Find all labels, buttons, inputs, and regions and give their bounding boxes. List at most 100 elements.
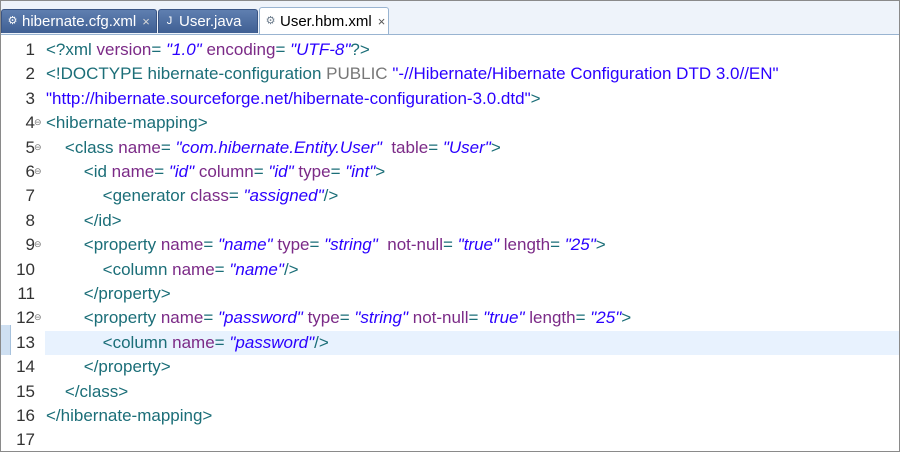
line-number: 6 <box>25 162 35 181</box>
code-line[interactable]: <column name= "name"/> <box>46 258 299 282</box>
code-token: encoding <box>206 40 276 59</box>
line-number: 1 <box>25 40 35 59</box>
code-line[interactable]: </id> <box>46 209 122 233</box>
code-token: column <box>198 162 254 181</box>
code-token: = <box>160 137 176 157</box>
code-token: = <box>330 162 346 181</box>
code-token: </hibernate-mapping> <box>46 406 213 425</box>
code-token: = <box>339 308 355 328</box>
code-token: not-null <box>412 308 469 328</box>
code-token: </property> <box>46 284 171 303</box>
code-token: "true" <box>483 308 525 328</box>
code-line[interactable]: </hibernate-mapping> <box>46 404 212 428</box>
code-token: = <box>468 308 484 328</box>
code-line[interactable]: </class> <box>46 380 128 404</box>
line-number: 12 <box>16 308 35 328</box>
code-token: <class <box>46 137 119 157</box>
code-line[interactable]: <generator class= "assigned"/> <box>46 184 339 208</box>
fold-toggle-icon[interactable]: ⊖ <box>34 111 42 133</box>
editor-tab-bar: ⚙ hibernate.cfg.xml × J User.java ⚙ User… <box>1 1 899 35</box>
code-line[interactable]: <!DOCTYPE hibernate-configuration PUBLIC… <box>46 62 779 86</box>
line-number: 2 <box>25 64 35 84</box>
code-token: "password" <box>218 308 303 328</box>
code-token: /> <box>323 186 339 206</box>
code-token: <generator <box>46 186 191 206</box>
code-token: "int" <box>345 162 376 181</box>
code-line[interactable]: <property name= "password" type= "string… <box>46 306 631 330</box>
code-token: = <box>443 235 458 255</box>
code-token: "id" <box>268 162 294 181</box>
code-line[interactable]: <class name= "com.hibernate.Entity.User"… <box>46 136 501 160</box>
code-token: version <box>96 40 152 59</box>
code-token: name <box>172 259 215 279</box>
fold-toggle-icon[interactable]: ⊖ <box>34 306 42 328</box>
tab-label: User.hbm.xml <box>280 12 372 30</box>
code-token: = <box>575 308 591 328</box>
line-number: 5 <box>25 137 35 157</box>
code-token: = <box>203 308 218 328</box>
code-token: length <box>529 308 576 328</box>
line-number: 3 <box>25 88 35 108</box>
code-token: not-null <box>387 235 443 255</box>
tab-label: hibernate.cfg.xml <box>22 13 137 30</box>
line-number: 9 <box>25 235 35 255</box>
tab-user-hbm-xml[interactable]: ⚙ User.hbm.xml × <box>259 7 389 34</box>
code-token: = <box>154 162 169 181</box>
code-token: = <box>428 137 443 157</box>
code-token: "string" <box>354 308 408 328</box>
line-number: 8 <box>25 210 35 230</box>
code-token: > <box>595 235 606 255</box>
code-token: <column <box>46 332 173 352</box>
code-line[interactable]: <hibernate-mapping> <box>46 111 208 135</box>
fold-toggle-icon[interactable]: ⊖ <box>34 160 42 182</box>
close-icon[interactable]: × <box>142 14 150 29</box>
code-token: "name" <box>218 235 273 255</box>
code-line[interactable]: <?xml version= "1.0" encoding= "UTF-8"?> <box>46 38 370 62</box>
fold-toggle-icon[interactable]: ⊖ <box>34 136 42 158</box>
code-token: "25" <box>590 308 622 328</box>
code-line[interactable]: </property> <box>46 355 171 379</box>
tab-hibernate-cfg-xml[interactable]: ⚙ hibernate.cfg.xml × <box>1 9 157 33</box>
close-icon[interactable]: × <box>378 14 386 29</box>
code-line[interactable]: <id name= "id" column= "id" type= "int"> <box>46 160 385 184</box>
code-line[interactable]: "http://hibernate.sourceforge.net/hibern… <box>46 87 541 111</box>
code-token: <property <box>46 308 161 328</box>
code-token: "User" <box>442 137 491 157</box>
code-token: = <box>214 332 230 352</box>
code-token: "com.hibernate.Entity.User" <box>175 137 382 157</box>
line-number: 13 <box>16 332 35 352</box>
code-token: "name" <box>229 259 284 279</box>
code-line[interactable]: <column name= "password"/> <box>46 331 329 355</box>
code-token: "password" <box>229 332 315 352</box>
line-number: 7 <box>25 186 35 206</box>
code-token: <?xml <box>46 40 97 59</box>
code-token: = <box>550 235 565 255</box>
code-token: = <box>253 162 269 181</box>
code-line[interactable]: <property name= "name" type= "string" no… <box>46 233 606 257</box>
code-token: = <box>275 40 291 59</box>
code-token: table <box>391 137 429 157</box>
code-token: /> <box>314 332 329 352</box>
line-number: 17 <box>16 430 35 450</box>
code-token: name <box>160 235 204 255</box>
code-token: <!DOCTYPE hibernate-configuration <box>46 64 327 84</box>
code-token: "1.0" <box>166 40 202 59</box>
code-token: = <box>309 235 325 255</box>
fold-toggle-icon[interactable]: ⊖ <box>34 233 42 255</box>
code-token: = <box>214 259 230 279</box>
code-token: "string" <box>324 235 378 255</box>
code-line[interactable]: </property> <box>46 282 171 306</box>
code-token: length <box>503 235 551 255</box>
code-token: = <box>228 186 244 206</box>
code-token: "assigned" <box>243 186 324 206</box>
code-editor[interactable]: 1 <?xml version= "1.0" encoding= "UTF-8"?… <box>1 35 899 451</box>
code-token: > <box>375 162 386 181</box>
tab-user-java[interactable]: J User.java <box>158 9 258 33</box>
code-token: name <box>118 137 161 157</box>
line-number: 14 <box>16 357 35 377</box>
editor-window: ⚙ hibernate.cfg.xml × J User.java ⚙ User… <box>0 0 900 452</box>
code-token: <column <box>46 259 173 279</box>
code-token: ?> <box>350 40 370 59</box>
